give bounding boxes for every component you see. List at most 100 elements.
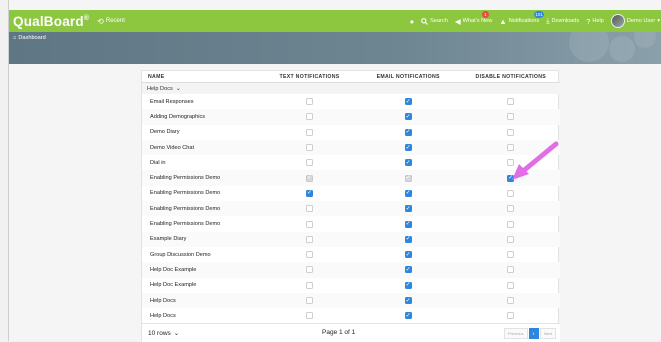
table-header: NAME TEXT NOTIFICATIONS EMAIL NOTIFICATI… xyxy=(142,71,560,83)
check-icon: ✓ xyxy=(405,297,411,304)
text-cell xyxy=(266,109,353,124)
text-notification-checkbox[interactable]: ✓ xyxy=(306,189,314,197)
page-info: Page 1 of 1 xyxy=(322,329,356,336)
email-notification-checkbox[interactable]: ✓ xyxy=(404,297,412,304)
check-icon: ✓ xyxy=(307,190,313,197)
help-icon: ? xyxy=(586,16,591,26)
disable-notification-checkbox[interactable] xyxy=(507,189,515,197)
text-notification-checkbox[interactable] xyxy=(306,281,314,289)
email-cell: ✓ xyxy=(365,155,452,170)
email-notification-checkbox[interactable]: ✓ xyxy=(404,281,412,289)
row-name: Enabling Permissions Demo xyxy=(150,190,221,197)
search-button[interactable]: Search xyxy=(421,17,448,25)
text-notification-checkbox[interactable] xyxy=(306,235,314,243)
previous-button[interactable]: Previous xyxy=(503,328,528,339)
email-notification-checkbox[interactable]: ✓ xyxy=(404,205,412,213)
text-notification-checkbox[interactable] xyxy=(306,220,314,228)
table-row: Group Discussion Demo ✓ xyxy=(142,247,560,262)
page-1-button[interactable]: 1 xyxy=(528,328,539,339)
text-notification-checkbox[interactable] xyxy=(306,205,314,213)
disable-cell xyxy=(462,186,560,201)
column-header-name[interactable]: NAME xyxy=(142,74,266,80)
group-row-help-docs[interactable]: Help Docs ⌄ xyxy=(142,83,560,94)
column-header-text[interactable]: TEXT NOTIFICATIONS xyxy=(266,74,353,80)
email-notification-checkbox[interactable]: ✓ xyxy=(404,98,412,106)
text-notification-checkbox[interactable] xyxy=(306,128,314,136)
next-button[interactable]: Next xyxy=(539,328,556,339)
email-notification-checkbox[interactable]: ✓ xyxy=(404,128,412,136)
recent-label: Recent xyxy=(105,18,125,24)
breadcrumb[interactable]: ⌂ Dashboard xyxy=(13,35,46,41)
text-notification-checkbox[interactable] xyxy=(306,266,314,274)
disable-notification-checkbox[interactable] xyxy=(507,251,515,259)
text-cell xyxy=(266,308,353,323)
column-header-disable[interactable]: DISABLE NOTIFICATIONS xyxy=(462,74,560,80)
email-notification-checkbox[interactable]: ✓ xyxy=(404,266,412,274)
text-cell xyxy=(266,155,353,170)
disable-notification-checkbox[interactable] xyxy=(507,113,515,121)
email-notification-checkbox[interactable]: ✓ xyxy=(404,235,412,243)
chat-bubble-icon: ● xyxy=(409,16,415,26)
email-notification-checkbox[interactable]: ✓ xyxy=(404,159,412,167)
help-button[interactable]: ? Help xyxy=(586,17,604,26)
text-notification-checkbox[interactable] xyxy=(306,312,314,320)
email-notification-checkbox[interactable]: ✓ xyxy=(404,113,412,121)
disable-notification-checkbox[interactable] xyxy=(507,281,515,289)
text-cell xyxy=(266,232,353,247)
text-notification-checkbox[interactable] xyxy=(306,251,314,259)
whats-new-button[interactable]: ◀ What's New 1 xyxy=(455,10,493,26)
disable-notification-checkbox[interactable] xyxy=(507,205,515,213)
row-name: Help Docs xyxy=(150,312,176,319)
disable-cell xyxy=(462,247,560,262)
email-notification-checkbox[interactable]: ✓ xyxy=(404,189,412,197)
row-name: Email Responses xyxy=(150,98,194,105)
email-notification-checkbox[interactable]: ✓ xyxy=(404,144,412,152)
column-header-email[interactable]: EMAIL NOTIFICATIONS xyxy=(365,74,452,80)
email-notification-checkbox[interactable]: ✓ xyxy=(404,251,412,259)
email-notification-checkbox[interactable]: ✓ xyxy=(404,220,412,228)
breadcrumb-bar: ⌂ Dashboard xyxy=(9,32,661,64)
row-name: Dial in xyxy=(150,159,166,166)
chevron-down-icon: ▾ xyxy=(657,18,660,24)
disable-notification-checkbox[interactable] xyxy=(507,220,515,228)
user-menu[interactable]: Demo User ▾ xyxy=(610,14,660,28)
disable-notification-checkbox[interactable] xyxy=(507,128,515,136)
row-name: Help Doc Example xyxy=(150,266,197,273)
notifications-button[interactable]: ▲ Notifications 101 xyxy=(499,10,544,26)
email-cell: ✓ xyxy=(365,278,452,293)
text-notification-checkbox[interactable] xyxy=(306,159,314,167)
chevron-down-icon: ⌄ xyxy=(175,86,181,92)
downloads-button[interactable]: ⤓ Downloads xyxy=(546,16,579,26)
text-notification-checkbox[interactable] xyxy=(306,98,314,106)
disable-cell xyxy=(462,293,560,308)
email-notification-checkbox[interactable]: ✓ xyxy=(404,312,412,320)
disable-notification-checkbox[interactable] xyxy=(507,98,515,106)
rows-per-page-select[interactable]: 10 rows ⌄ xyxy=(148,329,180,338)
check-icon: ✓ xyxy=(405,98,411,105)
text-notification-checkbox[interactable] xyxy=(306,144,314,152)
row-name: Demo Diary xyxy=(150,129,180,136)
chevron-down-icon: ⌄ xyxy=(173,330,180,337)
disable-notification-checkbox[interactable] xyxy=(507,266,515,274)
disable-notification-checkbox[interactable] xyxy=(507,297,515,304)
disable-cell xyxy=(462,109,560,124)
text-notification-checkbox[interactable] xyxy=(306,297,314,304)
check-icon: ✓ xyxy=(405,282,411,289)
annotation-arrow xyxy=(512,141,559,180)
disable-notification-checkbox[interactable] xyxy=(507,235,515,243)
email-cell: ✓ xyxy=(365,247,452,262)
notifications-label: Notifications xyxy=(508,18,540,24)
disable-notification-checkbox[interactable] xyxy=(507,312,515,320)
text-cell xyxy=(266,94,353,109)
downloads-label: Downloads xyxy=(551,18,580,24)
user-label: Demo User xyxy=(626,18,656,24)
decorative-bubble xyxy=(609,36,635,62)
chat-button[interactable]: ● xyxy=(410,17,415,26)
table-body: Email Responses ✓ Adding Demographics ✓ Demo… xyxy=(142,94,560,323)
whats-new-label: What's New xyxy=(462,18,493,24)
text-notification-checkbox[interactable] xyxy=(306,113,314,121)
recent-button[interactable]: ⟲ Recent xyxy=(97,17,125,26)
brand-logo[interactable]: QualBoard® xyxy=(9,14,89,29)
email-cell: ✓ xyxy=(365,94,452,109)
table-row: Help Doc Example ✓ xyxy=(142,278,560,293)
